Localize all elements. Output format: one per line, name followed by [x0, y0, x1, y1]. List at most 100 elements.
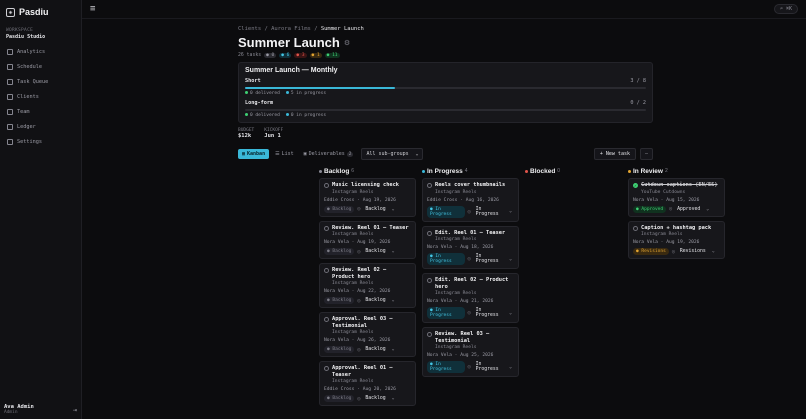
status-select[interactable]: In Progress ⌄ [474, 254, 514, 264]
status-select[interactable]: Backlog ⌄ [363, 396, 396, 401]
sidebar-item-clients[interactable]: Clients [4, 91, 77, 103]
logout-icon[interactable]: ⇥ [73, 406, 77, 414]
task-title: Approval. Reel 03 — Testimonial [332, 316, 393, 329]
checkbox[interactable] [324, 268, 329, 273]
status-badge: ● In Progress [427, 205, 465, 218]
kanban-column: In Review 2 ✓ Cutdown captions (EN/ES) Y… [628, 166, 725, 406]
status-badge: ● Approved [633, 205, 667, 213]
chevron-down-icon: ⌄ [509, 310, 512, 316]
column-title: In Review [633, 167, 663, 175]
sidebar-item-schedule[interactable]: Schedule [4, 61, 77, 73]
checkbox[interactable] [427, 332, 432, 337]
task-deliverable: Instagram Reels [332, 189, 374, 195]
progress-fill [245, 87, 396, 89]
column-title: In Progress [427, 167, 463, 175]
checkbox[interactable] [324, 317, 329, 322]
chip-done: ● 11 [324, 53, 340, 58]
search-button[interactable]: ⌕ ⌘K [773, 4, 798, 14]
sidebar-item-team[interactable]: Team [4, 106, 77, 118]
checkbox[interactable] [427, 183, 432, 188]
inbox-icon [7, 79, 13, 85]
progress-row-longform: Long-form 0 / 2 0 delivered 0 in progress [245, 100, 646, 118]
breadcrumb-client[interactable]: Aurora Films [271, 26, 311, 32]
chevron-down-icon: ⌄ [391, 347, 395, 352]
task-card[interactable]: Review. Reel 03 — Testimonial Instagram … [422, 327, 519, 377]
content: Clients / Aurora Films / Summer Launch S… [238, 26, 653, 160]
status-badge: ● In Progress [427, 361, 465, 373]
checkbox[interactable] [324, 225, 329, 231]
brand[interactable]: ◈ Pasdiu [0, 0, 81, 24]
checkbox[interactable] [427, 278, 432, 283]
status-select[interactable]: In Progress ⌄ [474, 362, 514, 372]
status-select[interactable]: Backlog ⌄ [363, 207, 396, 212]
breadcrumb-clients[interactable]: Clients [238, 26, 261, 32]
checkbox[interactable] [427, 230, 432, 236]
checkbox[interactable] [324, 183, 329, 188]
status-select[interactable]: Backlog ⌄ [363, 249, 396, 254]
more-button[interactable]: — [639, 148, 653, 160]
status-select[interactable]: In Progress ⌄ [474, 308, 514, 318]
chevron-down-icon: ⌄ [706, 206, 710, 212]
status-badge: ● Backlog [324, 395, 355, 402]
breadcrumb-current: Summer Launch [320, 26, 364, 32]
progress-bar [245, 87, 646, 89]
status-icon: ◎ [467, 364, 471, 370]
chip-review: ● 1 [309, 53, 322, 58]
task-assignee-date: Nora Vela · Aug 15, 2026 [633, 197, 700, 203]
tab-badge: 2 [346, 151, 354, 157]
status-icon: ◎ [467, 256, 471, 262]
checkbox[interactable] [324, 366, 329, 371]
status-select[interactable]: Backlog ⌄ [363, 298, 396, 303]
workspace-name[interactable]: Pasdiu Studio [0, 33, 81, 46]
task-card[interactable]: Review. Reel 02 — Product hero Instagram… [319, 263, 416, 308]
tab-list[interactable]: ☰ List [271, 149, 298, 159]
column-count: 0 [557, 168, 561, 174]
menu-icon[interactable]: ≡ [90, 4, 100, 14]
sidebar-item-label: Task Queue [17, 79, 49, 85]
user-panel: Ava Admin Admin ⇥ [4, 404, 77, 415]
task-card[interactable]: Caption + hashtag pack Instagram Reels N… [628, 220, 725, 259]
sidebar-item-settings[interactable]: Settings [4, 136, 77, 148]
progress-legend: 0 delivered 5 in progress [245, 91, 646, 96]
sidebar-item-label: Schedule [17, 64, 42, 70]
status-select[interactable]: Revisions ⌄ [678, 249, 717, 254]
status-badge: ● Backlog [324, 248, 355, 255]
progress-legend: 0 delivered 0 in progress [245, 113, 646, 118]
task-assignee-date: Nora Vela · Aug 25, 2026 [427, 353, 494, 358]
task-card[interactable]: Approval. Reel 03 — Testimonial Instagra… [319, 312, 416, 357]
task-card[interactable]: Music licensing check Instagram Reels Ed… [319, 178, 416, 217]
status-icon: ◎ [357, 395, 361, 402]
column-header: In Progress 4 [422, 166, 519, 176]
tab-deliverables[interactable]: ▣ Deliverables 2 [300, 149, 358, 159]
breadcrumb: Clients / Aurora Films / Summer Launch [238, 26, 653, 32]
sidebar-item-task-queue[interactable]: Task Queue [4, 76, 77, 88]
task-card[interactable]: Edit. Reel 01 — Teaser Instagram Reels N… [422, 225, 519, 269]
new-task-button[interactable]: + New task [593, 148, 636, 160]
kanban-column: Blocked 0 [525, 166, 622, 406]
task-deliverable: Instagram Reels [435, 189, 477, 195]
chevron-down-icon: ⌄ [391, 396, 395, 401]
tab-kanban[interactable]: ▦ Kanban [238, 149, 270, 159]
task-card[interactable]: Approval. Reel 01 — Teaser Instagram Ree… [319, 361, 416, 406]
checkbox[interactable]: ✓ [633, 183, 638, 188]
task-card[interactable]: ✓ Cutdown captions (EN/ES) YouTube Cutdo… [628, 178, 725, 217]
task-title: Review. Reel 03 — Testimonial [435, 331, 490, 344]
task-title: Approval. Reel 01 — Teaser [332, 365, 393, 378]
status-select[interactable]: Approved ⌄ [675, 207, 711, 212]
settings-icon[interactable]: ⚙ [344, 39, 350, 47]
sidebar-item-ledger[interactable]: Ledger [4, 121, 77, 133]
status-select[interactable]: In Progress ⌄ [474, 207, 514, 217]
checkbox[interactable] [633, 225, 638, 231]
task-card[interactable]: Reels cover thumbnails Instagram Reels E… [422, 178, 519, 222]
task-title: Review. Reel 01 — Teaser [332, 224, 409, 231]
sidebar-item-analytics[interactable]: Analytics [4, 46, 77, 58]
task-card[interactable]: Edit. Reel 02 — Product hero Instagram R… [422, 273, 519, 323]
subgroup-select[interactable]: All sub-groups ⌄ [361, 148, 424, 160]
task-card[interactable]: Review. Reel 01 — Teaser Instagram Reels… [319, 220, 416, 259]
task-assignee-date: Nora Vela · Aug 26, 2026 [324, 338, 391, 343]
box-icon: ▣ [303, 151, 307, 157]
status-select[interactable]: Backlog ⌄ [363, 347, 396, 352]
row-count: 0 / 2 [630, 100, 646, 106]
app: ◈ Pasdiu WORKSPACE Pasdiu Studio Analyti… [0, 0, 806, 419]
status-dot-icon [628, 169, 631, 173]
